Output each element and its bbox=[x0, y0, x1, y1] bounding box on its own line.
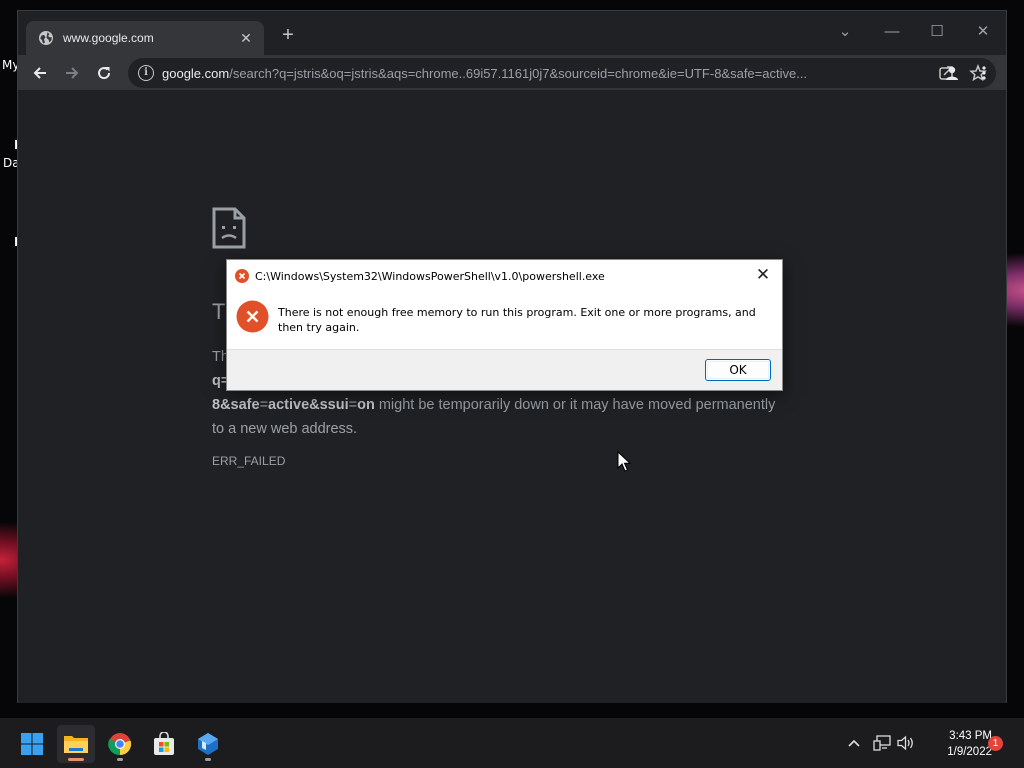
mouse-cursor-icon bbox=[617, 451, 631, 472]
notification-badge[interactable]: 1 bbox=[988, 736, 1003, 751]
error-code: ERR_FAILED bbox=[212, 454, 286, 468]
tray-overflow-button[interactable] bbox=[843, 732, 865, 754]
profile-button[interactable] bbox=[938, 59, 966, 87]
network-button[interactable] bbox=[871, 732, 893, 754]
dialog-title: C:\Windows\System32\WindowsPowerShell\v1… bbox=[255, 269, 605, 283]
dialog-body: There is not enough free memory to run t… bbox=[227, 290, 782, 350]
ok-button[interactable]: OK bbox=[705, 359, 771, 381]
back-button[interactable] bbox=[26, 59, 54, 87]
folder-icon bbox=[64, 736, 88, 753]
chevron-up-icon bbox=[848, 739, 860, 747]
running-indicator bbox=[117, 758, 123, 761]
running-indicator bbox=[205, 758, 211, 761]
microsoft-store-button[interactable] bbox=[145, 725, 183, 763]
error-dialog: C:\Windows\System32\WindowsPowerShell\v1… bbox=[226, 259, 783, 391]
running-indicator bbox=[68, 758, 84, 761]
file-explorer-button[interactable] bbox=[57, 725, 95, 763]
start-button[interactable] bbox=[13, 725, 51, 763]
store-bag-icon bbox=[154, 732, 174, 755]
kebab-menu-icon bbox=[982, 66, 986, 80]
dialog-close-button[interactable]: ✕ bbox=[752, 264, 774, 286]
dialog-message: There is not enough free memory to run t… bbox=[278, 306, 756, 334]
globe-icon bbox=[39, 31, 53, 45]
volume-button[interactable] bbox=[895, 732, 917, 754]
tab-title: www.google.com bbox=[63, 31, 154, 45]
blue-app-icon bbox=[198, 733, 218, 755]
site-info-icon[interactable]: i bbox=[138, 65, 154, 81]
error-small-icon bbox=[235, 269, 249, 283]
address-bar[interactable]: i google.com/search?q=jstris&oq=jstris&a… bbox=[128, 58, 996, 88]
chrome-icon bbox=[108, 733, 132, 756]
tab-close-icon[interactable]: ✕ bbox=[238, 30, 254, 47]
maximize-button[interactable]: ☐ bbox=[922, 17, 952, 47]
chrome-button[interactable] bbox=[101, 725, 139, 763]
taskbar: 3:43 PM 1/9/2022 1 bbox=[0, 718, 1024, 768]
new-tab-button[interactable]: + bbox=[278, 25, 298, 45]
reload-icon bbox=[98, 67, 111, 80]
clock-date: 1/9/2022 bbox=[947, 746, 992, 758]
close-window-button[interactable]: ✕ bbox=[968, 17, 998, 47]
error-icon bbox=[236, 300, 269, 333]
network-icon bbox=[873, 735, 891, 751]
menu-button[interactable] bbox=[970, 59, 998, 87]
url-text[interactable]: google.com/search?q=jstris&oq=jstris&aqs… bbox=[162, 66, 866, 81]
clock[interactable]: 3:43 PM 1/9/2022 bbox=[922, 728, 992, 760]
profile-icon bbox=[946, 66, 958, 80]
arrow-right-icon bbox=[66, 67, 79, 79]
arrow-left-icon bbox=[33, 67, 46, 79]
sad-document-icon bbox=[212, 207, 246, 249]
speaker-icon bbox=[897, 735, 913, 751]
tab-search-icon[interactable]: ⌄ bbox=[830, 17, 860, 47]
dialog-titlebar[interactable]: C:\Windows\System32\WindowsPowerShell\v1… bbox=[235, 266, 755, 286]
reload-button[interactable] bbox=[90, 59, 118, 87]
browser-tab[interactable]: www.google.com ✕ bbox=[26, 21, 264, 55]
browser-toolbar: i google.com/search?q=jstris&oq=jstris&a… bbox=[18, 55, 1006, 91]
forward-button[interactable] bbox=[58, 59, 86, 87]
error-page: T Th q= 8&safe=active&ssui=on might be t… bbox=[18, 92, 1006, 703]
tab-strip: www.google.com ✕ + ⌄ — ☐ ✕ bbox=[18, 11, 1006, 55]
app-button[interactable] bbox=[189, 725, 227, 763]
minimize-button[interactable]: — bbox=[877, 17, 907, 47]
clock-time: 3:43 PM bbox=[949, 730, 992, 742]
error-heading: T bbox=[212, 299, 226, 324]
dialog-footer: OK bbox=[227, 349, 782, 390]
windows-logo-icon bbox=[21, 733, 43, 755]
